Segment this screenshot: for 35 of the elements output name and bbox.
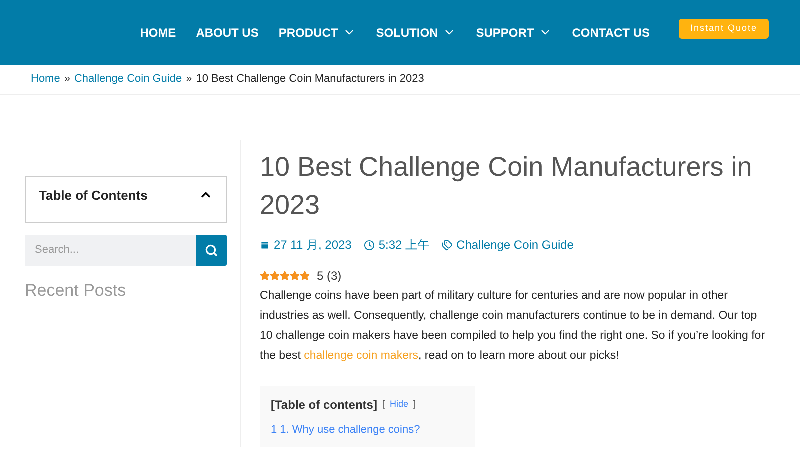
hide-link[interactable]: Hide [390, 398, 408, 412]
toc-link[interactable]: 1 1. Why use challenge coins? [271, 422, 464, 438]
nav-link[interactable]: ABOUT US [196, 24, 259, 42]
article-title: 10 Best Challenge Coin Manufacturers in 2023 [260, 151, 754, 222]
nav-link[interactable]: SUPPORT [476, 24, 552, 42]
bracket: [ [382, 398, 385, 412]
star-icon [280, 271, 290, 281]
breadcrumb-link[interactable]: Home [31, 71, 60, 88]
bracket: ] [413, 398, 416, 412]
search-field[interactable]: Search... [25, 235, 196, 266]
search-button[interactable] [196, 235, 227, 266]
nav-link[interactable]: SOLUTION [376, 24, 456, 42]
breadcrumb-separator: » [186, 72, 192, 88]
breadcrumb-separator: » [64, 72, 70, 88]
star-icon [260, 271, 270, 281]
nav-link[interactable]: CONTACT US [572, 24, 650, 42]
toc-title: [Table of contents] [271, 397, 378, 414]
rating-text: 5 (3) [317, 268, 342, 285]
search-icon [205, 244, 218, 257]
calendar-icon [260, 240, 270, 250]
post-category[interactable]: Challenge Coin Guide [442, 236, 574, 254]
star-icon [290, 271, 300, 281]
breadcrumb-current: 10 Best Challenge Coin Manufacturers in 2023 [196, 72, 424, 88]
breadcrumb-link[interactable]: Challenge Coin Guide [74, 71, 182, 88]
tags-icon [442, 240, 453, 250]
nav-link[interactable]: PRODUCT [278, 24, 356, 42]
star-icon [270, 271, 280, 281]
toc-widget-title: Table of Contents [39, 187, 148, 205]
star-icon [300, 271, 310, 281]
intro-paragraph: Challenge coins have been part of military culture for centuries and are now popular in other industries as well. Consequently, challenge coin manufacturers continue to be in demand. Our top 10 challenge coin makers have been compiled to help you find the right one. So if you’re looking for the best challenge coin makers, read on to learn more about our picks! [260, 289, 766, 364]
clock-icon [364, 240, 375, 250]
nav-link[interactable]: HOME [140, 24, 176, 42]
post-time: 5:32 上午 [364, 236, 430, 254]
recent-posts-heading: Recent Posts [25, 280, 128, 302]
post-date[interactable]: 27 11 月, 2023 [260, 236, 352, 254]
